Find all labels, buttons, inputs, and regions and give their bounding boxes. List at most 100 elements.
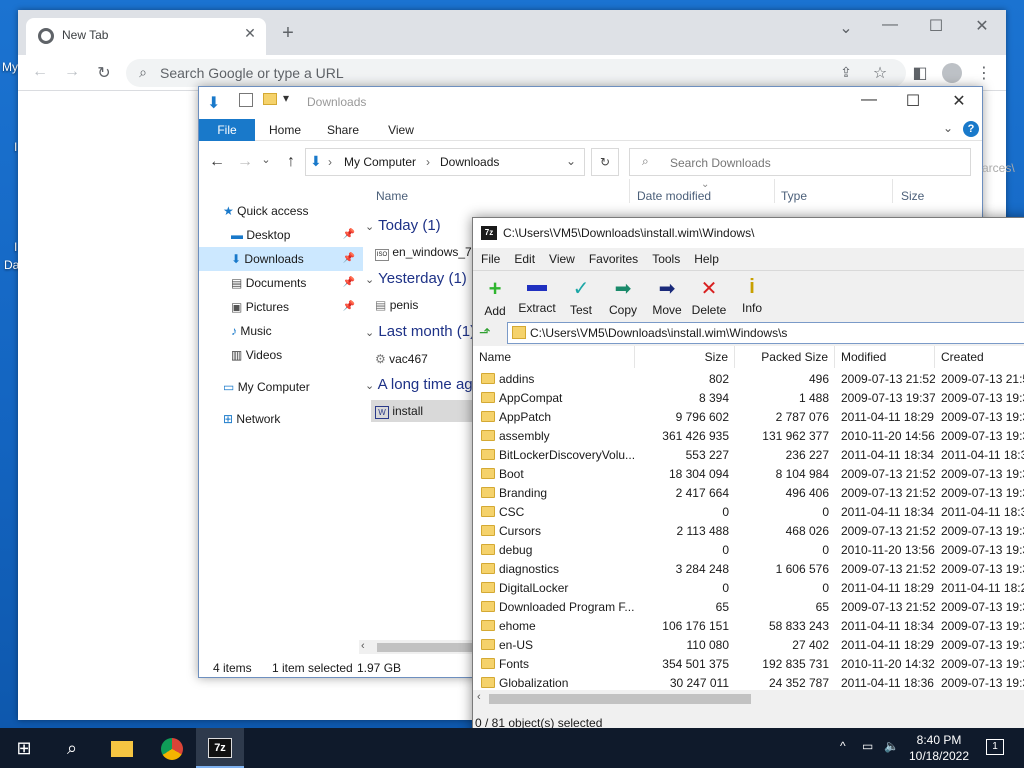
nav-item-pictures[interactable]: ▣ Pictures 📌 [231,295,357,319]
breadcrumb-my-computer[interactable]: My Computer [344,155,416,169]
column-header-size[interactable]: Size [901,189,924,203]
scrollbar-thumb[interactable] [489,694,751,704]
file-row[interactable]: AppPatch 9 796 602 2 787 076 2011-04-11 18:… [473,408,1024,427]
column-divider[interactable] [892,179,893,203]
up-icon[interactable]: ↑ [281,153,301,171]
file-row[interactable]: ⚙ vac467 [375,348,428,370]
file-row[interactable]: Globalization 30 247 011 24 352 787 2011-04… [473,674,1024,690]
test-button[interactable]: ✓ Test [559,276,603,317]
expand-ribbon-icon[interactable]: ⌄ [943,121,953,135]
file-row[interactable]: assembly 361 426 935 131 962 377 2010-11-20… [473,427,1024,446]
nav-item-documents[interactable]: ▤ Documents 📌 [231,271,357,295]
omnibox[interactable]: ⌕ Search Google or type a URL ⇪ ☆ [126,59,906,87]
side-panel-icon[interactable]: ◧ [908,63,932,83]
7zip-taskbar-button[interactable]: 7z [196,728,244,768]
file-row[interactable]: ▤ penis [375,294,418,316]
nav-item-music[interactable]: ♪ Music [231,319,357,343]
back-icon[interactable]: ← [28,63,52,81]
network-icon[interactable]: ▭ [862,739,873,753]
breadcrumb-downloads[interactable]: Downloads [440,155,499,169]
info-button[interactable]: i Info [730,276,774,315]
menu-help[interactable]: Help [694,252,719,266]
menu-favorites[interactable]: Favorites [589,252,638,266]
new-tab-icon[interactable]: + [276,22,300,45]
ribbon-tab-view[interactable]: View [377,119,425,141]
file-row[interactable]: debug 0 0 2010-11-20 13:56 2009-07-13 19:37 [473,541,1024,560]
search-box[interactable]: ⌕ Search Downloads [629,148,971,176]
bookmark-star-icon[interactable]: ☆ [870,63,890,83]
menu-icon[interactable]: ⋮ [974,63,994,83]
file-row[interactable]: BitLockerDiscoveryVolu... 553 227 236 227 2… [473,446,1024,465]
file-row[interactable]: Downloaded Program F... 65 65 2009-07-13 21… [473,598,1024,617]
group-header-today[interactable]: ⌄ Today (1) [365,217,441,234]
file-row[interactable]: ehome 106 176 151 58 833 243 2011-04-11 18:… [473,617,1024,636]
reload-icon[interactable]: ↻ [92,63,116,83]
column-header-name[interactable]: Name [473,346,635,368]
horizontal-scrollbar[interactable]: ‹ [473,691,1024,707]
column-header-packed-size[interactable]: Packed Size [735,346,835,368]
group-header-long-time-ago[interactable]: ⌄ A long time ag [365,376,473,393]
column-header-size[interactable]: Size [635,346,735,368]
column-header-name[interactable]: Name [376,189,408,203]
tab-search-icon[interactable]: ⌄ [834,18,858,38]
move-button[interactable]: ➡ Move [645,276,689,317]
nav-item-my-computer[interactable]: ▭ My Computer [223,375,363,399]
extract-button[interactable]: Extract [515,276,559,315]
quick-access-dropdown-icon[interactable]: ▾ [283,91,289,105]
volume-icon[interactable]: 🔈 [884,739,899,753]
share-icon[interactable]: ⇪ [836,64,856,81]
ribbon-tab-home[interactable]: Home [261,119,309,141]
file-row[interactable]: Boot 18 304 094 8 104 984 2009-07-13 21:52 2… [473,465,1024,484]
file-row[interactable]: CSC 0 0 2011-04-11 18:34 2011-04-11 18:34 [473,503,1024,522]
file-row[interactable]: en-US 110 080 27 402 2011-04-11 18:29 2009-0… [473,636,1024,655]
pin-icon[interactable]: 📌 [343,271,355,295]
nav-item-videos[interactable]: ▥ Videos [231,343,357,367]
help-icon[interactable]: ? [963,121,979,137]
file-row[interactable]: Cursors 2 113 488 468 026 2009-07-13 21:52 2… [473,522,1024,541]
menu-edit[interactable]: Edit [514,252,535,266]
file-row[interactable]: Branding 2 417 664 496 406 2009-07-13 21:52… [473,484,1024,503]
nav-item-desktop[interactable]: ▬ Desktop 📌 [231,223,357,247]
minimize-icon[interactable]: — [878,16,902,34]
menu-file[interactable]: File [481,252,500,266]
profile-avatar[interactable] [942,63,962,83]
file-row[interactable]: diagnostics 3 284 248 1 606 576 2009-07-13 … [473,560,1024,579]
desktop-icon-label[interactable]: My [2,60,18,74]
close-tab-icon[interactable]: ✕ [240,25,260,42]
scrollbar-thumb[interactable] [377,643,472,652]
search-icon[interactable]: ⌕ [48,728,96,768]
chrome-icon[interactable] [148,728,196,768]
desktop-icon-label[interactable]: I [14,240,17,254]
nav-item-downloads[interactable]: ⬇ Downloads 📌 [199,247,363,271]
file-row[interactable]: ISO en_windows_7 [375,241,472,263]
copy-button[interactable]: ➡ Copy [601,276,645,317]
windows-start-icon[interactable]: ⊞ [0,728,48,768]
close-icon[interactable]: ✕ [970,16,994,36]
path-input[interactable]: C:\Users\VM5\Downloads\install.wim\Windo… [507,322,1024,344]
column-divider[interactable] [629,179,630,203]
address-dropdown-icon[interactable]: ⌄ [566,154,576,168]
file-row-selected[interactable]: W install [371,400,481,422]
close-icon[interactable]: ✕ [949,91,969,111]
maximize-icon[interactable]: ☐ [924,16,948,36]
file-row[interactable]: DigitalLocker 0 0 2011-04-11 18:29 2011-04-1… [473,579,1024,598]
up-folder-icon[interactable]: ⬏ [479,324,491,341]
clock-date[interactable]: 10/18/2022 [906,749,972,763]
column-header-modified[interactable]: Modified [835,346,935,368]
pin-icon[interactable]: 📌 [343,223,355,247]
column-header-created[interactable]: Created [935,346,1024,368]
horizontal-scrollbar[interactable]: ‹ [359,640,474,654]
menu-tools[interactable]: Tools [652,252,680,266]
file-explorer-icon[interactable] [98,728,146,768]
recent-dropdown-icon[interactable]: ⌄ [259,153,273,166]
new-folder-icon[interactable] [263,93,277,105]
clock-time[interactable]: 8:40 PM [912,733,966,747]
nav-item-network[interactable]: ⊞ Network [223,407,363,431]
notification-icon[interactable]: 1 [986,739,1004,755]
properties-icon[interactable] [239,93,253,107]
pin-icon[interactable]: 📌 [343,247,355,271]
back-icon[interactable]: ← [207,153,227,171]
column-header-type[interactable]: Type [781,189,807,203]
scroll-left-icon[interactable]: ‹ [477,691,481,703]
forward-icon[interactable]: → [235,153,255,171]
